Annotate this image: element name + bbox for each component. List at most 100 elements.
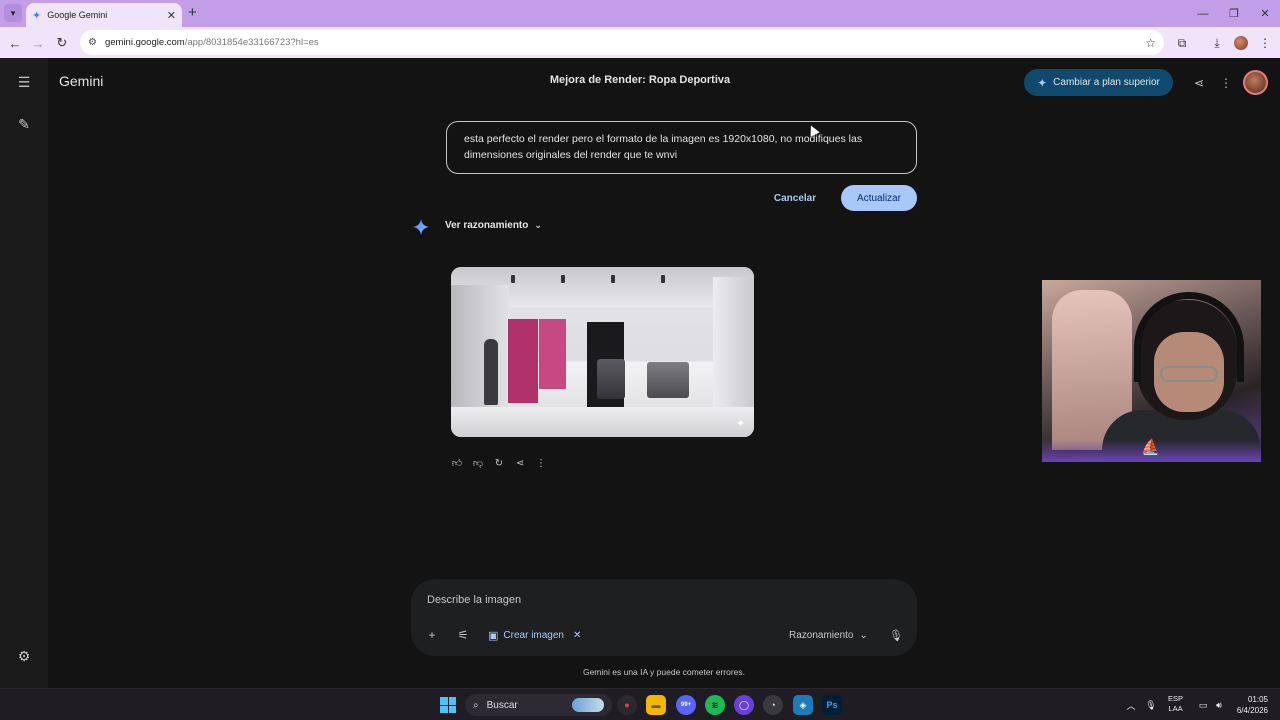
address-bar[interactable]: ⚙ gemini.google.com/app/8031854e33166723… xyxy=(80,30,1164,55)
settings-gear-icon[interactable]: ⚙ xyxy=(12,644,36,668)
ai-sparkle-watermark-icon: ✦ xyxy=(736,418,746,430)
lang-top: ESP xyxy=(1168,694,1184,703)
generated-render-image[interactable]: ✦ xyxy=(451,267,754,437)
gemini-star-icon xyxy=(413,219,429,235)
render-clothing-rack xyxy=(597,359,625,399)
windows-taskbar: ⌕ Buscar ● ▬ 99+ ≋ ◯ ◔ ◈ Ps ︿ 🎙︎ ESP LAA… xyxy=(0,688,1280,720)
upgrade-plan-button[interactable]: ✦ Cambiar a plan superior xyxy=(1024,69,1173,96)
main-menu-icon[interactable]: ☰ xyxy=(12,70,36,94)
minimize-icon[interactable]: — xyxy=(1188,0,1218,27)
discord-app-icon[interactable]: 99+ xyxy=(676,695,696,715)
gemini-logo[interactable]: Gemini xyxy=(59,73,103,89)
reload-icon[interactable]: ↻ xyxy=(51,32,73,54)
share-icon[interactable]: ⋖ xyxy=(1188,72,1210,94)
prompt-input[interactable]: Describe la imagen xyxy=(427,594,521,606)
more-actions-icon[interactable]: ⋮ xyxy=(533,455,549,471)
search-highlight-image xyxy=(572,698,604,712)
close-window-icon[interactable]: ✕ xyxy=(1250,0,1280,27)
create-image-label: Crear imagen xyxy=(503,629,564,641)
model-mode-selector[interactable]: Razonamiento ⌄ xyxy=(789,626,868,644)
browser-toolbar: ← → ↻ ⚙ gemini.google.com/app/8031854e33… xyxy=(0,27,1280,58)
network-icon[interactable]: ▭ xyxy=(1196,695,1210,715)
search-icon: ⌕ xyxy=(473,699,479,711)
remove-chip-icon[interactable]: ✕ xyxy=(573,630,581,641)
webcam-overlay: ⛵ xyxy=(1042,280,1261,462)
url-text: gemini.google.com/app/8031854e33166723?h… xyxy=(105,37,1145,48)
upgrade-label: Cambiar a plan superior xyxy=(1053,77,1160,88)
browser-tab-strip: ▾ ✦ Google Gemini ✕ + — ❐ ✕ xyxy=(0,0,1280,27)
edit-prompt-field[interactable]: esta perfecto el render pero el formato … xyxy=(446,121,917,174)
url-host: gemini.google.com xyxy=(104,37,185,48)
site-info-icon[interactable]: ⚙ xyxy=(88,37,97,48)
gemini-favicon-icon: ✦ xyxy=(32,9,42,22)
track-light xyxy=(611,275,615,283)
windows-start-icon[interactable] xyxy=(440,697,456,713)
clock-date: 6/4/2026 xyxy=(1236,706,1268,715)
restore-icon[interactable]: ❐ xyxy=(1219,0,1249,27)
render-pink-shelf xyxy=(508,319,538,403)
image-icon: ▣ xyxy=(488,629,499,642)
response-actions: 👍︎ 👎︎ ↻ ⋖ ⋮ xyxy=(449,455,549,471)
microphone-icon[interactable]: 🎙︎ xyxy=(887,626,905,644)
back-icon[interactable]: ← xyxy=(4,32,26,54)
browser-menu-icon[interactable]: ⋮ xyxy=(1254,32,1276,54)
create-image-chip[interactable]: ▣ Crear imagen ✕ xyxy=(488,626,581,644)
new-chat-icon[interactable]: ✎ xyxy=(12,112,36,136)
cancel-button[interactable]: Cancelar xyxy=(766,186,824,210)
tab-title: Google Gemini xyxy=(47,10,108,20)
chevron-down-icon: ⌄ xyxy=(859,629,868,641)
app-icon-2[interactable]: ◈ xyxy=(793,695,813,715)
render-clothing-rack xyxy=(647,362,689,398)
tray-mic-icon[interactable]: 🎙︎ xyxy=(1144,695,1158,715)
reasoning-label: Ver razonamiento xyxy=(445,220,529,231)
photoshop-app-icon[interactable]: Ps xyxy=(822,695,842,715)
mode-label: Razonamiento xyxy=(789,629,854,641)
language-indicator[interactable]: ESP LAA xyxy=(1168,694,1183,714)
tab-google-gemini[interactable]: ✦ Google Gemini ✕ xyxy=(26,3,182,27)
volume-icon[interactable]: 🔊︎ xyxy=(1212,695,1226,715)
update-button[interactable]: Actualizar xyxy=(841,185,917,211)
render-pink-panel xyxy=(539,319,566,389)
new-tab-button[interactable]: + xyxy=(188,4,197,22)
clock[interactable]: 01:05 6/4/2026 xyxy=(1228,694,1268,716)
tray-overflow-icon[interactable]: ︿ xyxy=(1124,695,1138,715)
profile-icon[interactable] xyxy=(1230,32,1252,54)
more-options-icon[interactable]: ⋮ xyxy=(1215,72,1237,94)
share-response-icon[interactable]: ⋖ xyxy=(512,455,528,471)
tools-icon[interactable]: ⚟ xyxy=(453,625,473,645)
spotify-app-icon[interactable]: ≋ xyxy=(705,695,725,715)
discord-badge: 99+ xyxy=(680,702,692,708)
regenerate-icon[interactable]: ↻ xyxy=(491,455,507,471)
url-path: /app/8031854e33166723?hl=es xyxy=(184,37,319,48)
chevron-down-icon: ⌄ xyxy=(534,220,542,230)
user-avatar[interactable] xyxy=(1243,70,1268,95)
forward-icon[interactable]: → xyxy=(27,32,49,54)
track-light xyxy=(511,275,515,283)
add-attachment-icon[interactable]: + xyxy=(422,625,442,645)
extensions-icon[interactable]: ⧉ xyxy=(1171,32,1193,54)
prompt-composer[interactable]: Describe la imagen + ⚟ ▣ Crear imagen ✕ … xyxy=(411,579,917,656)
sparkle-icon: ✦ xyxy=(1037,75,1048,90)
thumbs-up-icon[interactable]: 👍︎ xyxy=(449,455,465,471)
clock-time: 01:05 xyxy=(1247,695,1268,704)
downloads-icon[interactable]: ⤓ xyxy=(1206,32,1228,54)
render-floor xyxy=(451,407,754,437)
disclaimer: Gemini es una IA y puede cometer errores… xyxy=(582,667,746,677)
obs-app-icon[interactable]: ◯ xyxy=(734,695,754,715)
tab-search-button[interactable]: ▾ xyxy=(4,4,22,22)
show-reasoning-toggle[interactable]: Ver razonamiento ⌄ xyxy=(445,220,542,231)
file-explorer-icon[interactable]: ▬ xyxy=(646,695,666,715)
close-tab-icon[interactable]: ✕ xyxy=(167,9,176,22)
bookmark-star-icon[interactable]: ☆ xyxy=(1145,36,1156,50)
taskbar-search[interactable]: ⌕ Buscar xyxy=(465,694,612,716)
track-light xyxy=(661,275,665,283)
render-mannequin xyxy=(484,339,498,405)
webcam-headset xyxy=(1134,292,1244,382)
photoshop-label: Ps xyxy=(826,700,838,710)
lang-bottom: LAA xyxy=(1168,704,1183,713)
chrome-app-icon[interactable]: ● xyxy=(617,695,637,715)
thumbs-down-icon[interactable]: 👎︎ xyxy=(470,455,486,471)
track-light xyxy=(561,275,565,283)
sidebar: ☰ ✎ ⚙ xyxy=(0,58,48,688)
app-icon[interactable]: ◔ xyxy=(763,695,783,715)
